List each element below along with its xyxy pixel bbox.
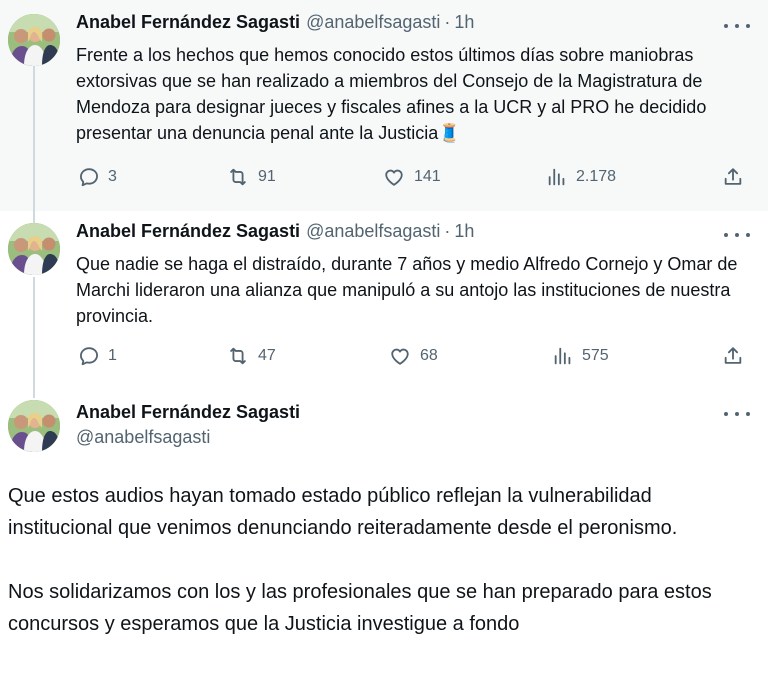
more-icon[interactable] — [724, 16, 750, 36]
retweet-icon — [230, 168, 246, 186]
tweet-actions: 1 47 68 575 — [76, 341, 756, 371]
author-handle[interactable]: @anabelfsagasti — [76, 427, 300, 448]
tweet-3[interactable]: Anabel Fernández Sagasti @anabelfsagasti… — [0, 386, 768, 681]
tweet-header: Anabel Fernández Sagasti @anabelfsagasti — [76, 402, 300, 448]
thread-line — [33, 277, 35, 386]
retweet-button[interactable]: 91 — [226, 162, 276, 192]
tweet-text: Frente a los hechos que hemos conocido e… — [76, 42, 756, 146]
author-name[interactable]: Anabel Fernández Sagasti — [76, 402, 300, 422]
like-button[interactable]: 68 — [388, 341, 438, 371]
avatar[interactable] — [8, 14, 60, 66]
more-icon[interactable] — [724, 404, 750, 424]
separator-dot: · — [444, 221, 451, 241]
thread-line — [33, 66, 35, 211]
timestamp[interactable]: 1h — [454, 12, 474, 33]
tweet-text: Que nadie se haga el distraído, durante … — [76, 251, 756, 329]
views-icon — [548, 168, 565, 186]
tweet-text-content: Frente a los hechos que hemos conocido e… — [76, 45, 707, 143]
reply-count: 3 — [108, 168, 117, 185]
like-count: 68 — [420, 347, 438, 364]
tweet-paragraph-2: Nos solidarizamos con los y las profesio… — [8, 581, 712, 635]
heart-icon — [385, 169, 403, 186]
thread-emoji: 🧵 — [438, 123, 461, 143]
author-name[interactable]: Anabel Fernández Sagasti — [76, 12, 300, 33]
views-button[interactable]: 2.178 — [546, 162, 616, 192]
views-icon — [554, 347, 571, 365]
share-icon — [724, 168, 742, 185]
author-handle[interactable]: @anabelfsagasti — [306, 221, 440, 242]
share-button[interactable] — [722, 162, 744, 192]
reply-count: 1 — [108, 347, 117, 364]
views-count: 2.178 — [576, 168, 617, 185]
retweet-button[interactable]: 47 — [226, 341, 276, 371]
reply-icon — [80, 347, 98, 366]
reply-button[interactable]: 1 — [78, 341, 117, 371]
reply-icon — [80, 168, 98, 187]
tweet-header: Anabel Fernández Sagasti @anabelfsagasti… — [76, 12, 474, 33]
heart-icon — [391, 348, 409, 365]
views-button[interactable]: 575 — [552, 341, 609, 371]
separator-dot: · — [444, 12, 451, 32]
avatar[interactable] — [8, 223, 60, 275]
author-handle[interactable]: @anabelfsagasti — [306, 12, 440, 33]
retweet-count: 47 — [258, 347, 276, 364]
thread-line — [33, 386, 35, 398]
tweet-text: Que estos audios hayan tomado estado púb… — [8, 480, 758, 672]
tweet-1[interactable]: Anabel Fernández Sagasti @anabelfsagasti… — [0, 0, 768, 211]
tweet-text-content: Que nadie se haga el distraído, durante … — [76, 254, 738, 326]
tweet-actions: 3 91 141 2.178 — [76, 162, 756, 192]
tweet-paragraph-1: Que estos audios hayan tomado estado púb… — [8, 485, 678, 539]
avatar[interactable] — [8, 400, 60, 452]
thread-line — [33, 211, 35, 223]
retweet-count: 91 — [258, 168, 276, 185]
retweet-icon — [230, 347, 246, 365]
share-button[interactable] — [722, 341, 744, 371]
author-name[interactable]: Anabel Fernández Sagasti — [76, 221, 300, 242]
like-count: 141 — [414, 168, 441, 185]
tweet-2[interactable]: Anabel Fernández Sagasti @anabelfsagasti… — [0, 211, 768, 386]
like-button[interactable]: 141 — [382, 162, 441, 192]
timestamp[interactable]: 1h — [454, 221, 474, 242]
tweet-header: Anabel Fernández Sagasti @anabelfsagasti… — [76, 221, 474, 242]
share-icon — [724, 347, 742, 364]
views-count: 575 — [582, 347, 609, 364]
reply-button[interactable]: 3 — [78, 162, 117, 192]
more-icon[interactable] — [724, 225, 750, 245]
